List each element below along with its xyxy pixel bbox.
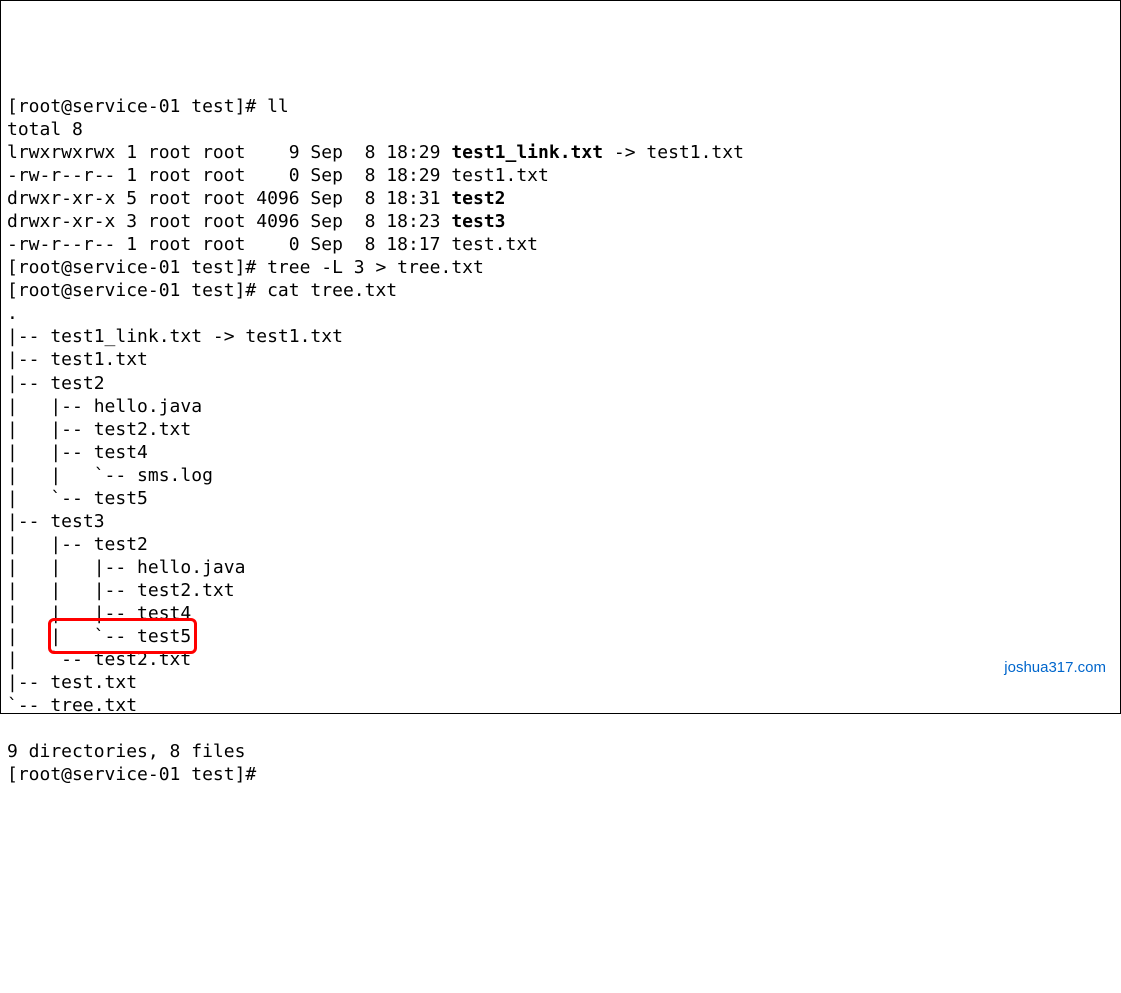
terminal-text: | `-- test2.txt	[7, 649, 191, 670]
terminal-text: | |-- hello.java	[7, 396, 202, 417]
terminal-line: |-- test1_link.txt -> test1.txt	[7, 325, 1114, 348]
terminal-text: |-- test1.txt	[7, 349, 148, 370]
terminal-text: |-- test.txt	[7, 672, 137, 693]
terminal-text: -> test1.txt	[603, 142, 744, 163]
terminal-line: -rw-r--r-- 1 root root 0 Sep 8 18:17 tes…	[7, 233, 1114, 256]
terminal-text: | |-- test2	[7, 534, 148, 555]
terminal-line: 9 directories, 8 files	[7, 740, 1114, 763]
terminal-text: [root@service-01 test]# cat tree.txt	[7, 280, 397, 301]
terminal-line: | `-- test5	[7, 487, 1114, 510]
terminal-text: | | `-- sms.log	[7, 465, 213, 486]
terminal-text: | `-- test5	[7, 488, 148, 509]
terminal-line: | | |-- test4	[7, 602, 1114, 625]
terminal-line: | |-- hello.java	[7, 395, 1114, 418]
terminal-line: | |-- test2	[7, 533, 1114, 556]
terminal-text: |-- test2	[7, 373, 105, 394]
terminal-text: | | |-- hello.java	[7, 557, 245, 578]
terminal-line: |-- test2	[7, 372, 1114, 395]
terminal-text: | |-- test4	[7, 442, 148, 463]
terminal-line: total 8	[7, 118, 1114, 141]
terminal-text: `-- tree.txt	[7, 695, 137, 716]
terminal-line: [root@service-01 test]# tree -L 3 > tree…	[7, 256, 1114, 279]
terminal-text: | | |-- test2.txt	[7, 580, 235, 601]
terminal-line: | | `-- test5	[7, 625, 1114, 648]
terminal-line: |-- test1.txt	[7, 348, 1114, 371]
terminal-line: [root@service-01 test]# ll	[7, 95, 1114, 118]
terminal-output[interactable]: [root@service-01 test]# lltotal 8lrwxrwx…	[7, 95, 1114, 786]
terminal-text: -rw-r--r-- 1 root root 0 Sep 8 18:29 tes…	[7, 165, 549, 186]
terminal-line: -rw-r--r-- 1 root root 0 Sep 8 18:29 tes…	[7, 164, 1114, 187]
terminal-line: | | |-- hello.java	[7, 556, 1114, 579]
terminal-text: test1_link.txt	[451, 142, 603, 163]
terminal-text: test3	[451, 211, 505, 232]
terminal-text: test2	[451, 188, 505, 209]
terminal-line: | |-- test4	[7, 441, 1114, 464]
terminal-text: |-- test1_link.txt -> test1.txt	[7, 326, 343, 347]
terminal-text: drwxr-xr-x 5 root root 4096 Sep 8 18:31	[7, 188, 451, 209]
terminal-line: |-- test.txt	[7, 671, 1114, 694]
terminal-text: | | `-- test5	[7, 626, 191, 647]
terminal-line: | | |-- test2.txt	[7, 579, 1114, 602]
terminal-text: [root@service-01 test]#	[7, 764, 256, 785]
terminal-line: [root@service-01 test]# cat tree.txt	[7, 279, 1114, 302]
terminal-line: drwxr-xr-x 5 root root 4096 Sep 8 18:31 …	[7, 187, 1114, 210]
terminal-text: |-- test3	[7, 511, 105, 532]
terminal-text: -rw-r--r-- 1 root root 0 Sep 8 18:17 tes…	[7, 234, 538, 255]
terminal-line: .	[7, 302, 1114, 325]
terminal-text: [root@service-01 test]# tree -L 3 > tree…	[7, 257, 484, 278]
terminal-text: 9 directories, 8 files	[7, 741, 245, 762]
terminal-text: total 8	[7, 119, 83, 140]
terminal-line: lrwxrwxrwx 1 root root 9 Sep 8 18:29 tes…	[7, 141, 1114, 164]
terminal-line	[7, 717, 1114, 740]
terminal-text: | | |-- test4	[7, 603, 191, 624]
terminal-line: | | `-- sms.log	[7, 464, 1114, 487]
terminal-text: | |-- test2.txt	[7, 419, 191, 440]
terminal-text: lrwxrwxrwx 1 root root 9 Sep 8 18:29	[7, 142, 451, 163]
terminal-line: | `-- test2.txt	[7, 648, 1114, 671]
terminal-line: drwxr-xr-x 3 root root 4096 Sep 8 18:23 …	[7, 210, 1114, 233]
terminal-line: |-- test3	[7, 510, 1114, 533]
terminal-line: [root@service-01 test]#	[7, 763, 1114, 786]
terminal-text: drwxr-xr-x 3 root root 4096 Sep 8 18:23	[7, 211, 451, 232]
terminal-line: | |-- test2.txt	[7, 418, 1114, 441]
terminal-text: [root@service-01 test]# ll	[7, 96, 289, 117]
watermark-text: joshua317.com	[1004, 658, 1106, 677]
terminal-text: .	[7, 303, 18, 324]
